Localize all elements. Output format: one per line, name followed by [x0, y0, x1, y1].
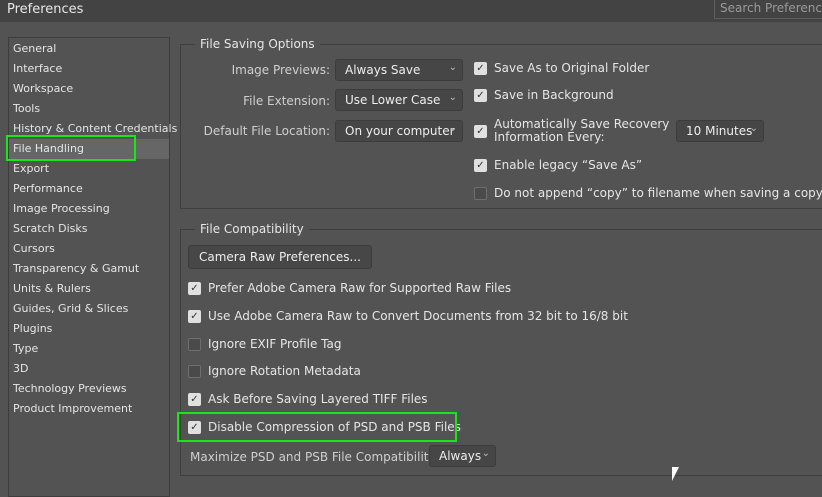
sidebar-item-tools[interactable]: Tools — [9, 99, 169, 119]
search-preferences-input[interactable]: Search Preferences — [714, 0, 822, 19]
checkbox-label: Prefer Adobe Camera Raw for Supported Ra… — [208, 281, 512, 295]
prefer-acr-checkbox[interactable]: ✓ Prefer Adobe Camera Raw for Supported R… — [188, 281, 511, 295]
sidebar-item-cursors[interactable]: Cursors — [9, 239, 169, 259]
chevron-down-icon: ⌄ — [749, 123, 758, 134]
sidebar-item-type[interactable]: Type — [9, 339, 169, 359]
use-acr-32bit-checkbox[interactable]: ✓ Use Adobe Camera Raw to Convert Documen… — [188, 309, 628, 323]
dropdown-value: Always — [439, 449, 482, 463]
checkbox-label: Save in Background — [494, 88, 614, 102]
save-as-original-folder-checkbox[interactable]: ✓ Save As to Original Folder — [474, 61, 649, 75]
checkmark-icon: ✓ — [188, 281, 201, 295]
dropdown-value: Use Lower Case — [345, 93, 441, 107]
default-file-location-label: Default File Location: — [203, 124, 330, 138]
maximize-compatibility-dropdown[interactable]: Always ⌄ — [429, 445, 496, 467]
chevron-down-icon: ⌄ — [448, 62, 457, 73]
chevron-down-icon: ⌄ — [448, 92, 457, 103]
sidebar-item-scratch-disks[interactable]: Scratch Disks — [9, 219, 169, 239]
camera-raw-preferences-button[interactable]: Camera Raw Preferences... — [188, 245, 372, 269]
highlight-file-handling — [6, 135, 136, 161]
checkbox-label: Do not append “copy” to filename when sa… — [494, 186, 822, 200]
maximize-compatibility-label: Maximize PSD and PSB File Compatibility: — [190, 450, 439, 464]
checkbox-label: Ignore EXIF Profile Tag — [208, 337, 342, 351]
sidebar: General Interface Workspace Tools History & … — [8, 37, 177, 497]
save-in-background-checkbox[interactable]: ✓ Save in Background — [474, 88, 614, 102]
image-previews-label: Image Previews: — [231, 63, 330, 77]
checkmark-icon: ✓ — [474, 61, 487, 75]
sidebar-item-guides-grid-slices[interactable]: Guides, Grid & Slices — [9, 299, 169, 319]
sidebar-item-plugins[interactable]: Plugins — [9, 319, 169, 339]
checkmark-icon: ✓ — [474, 158, 487, 172]
file-extension-dropdown[interactable]: Use Lower Case ⌄ — [335, 89, 463, 111]
ask-tiff-checkbox[interactable]: ✓ Ask Before Saving Layered TIFF Files — [188, 392, 428, 406]
do-not-append-copy-checkbox[interactable]: Do not append “copy” to filename when sa… — [474, 186, 822, 200]
ignore-rotation-checkbox[interactable]: Ignore Rotation Metadata — [188, 364, 361, 378]
dropdown-value: On your computer — [345, 124, 455, 138]
sidebar-item-units-rulers[interactable]: Units & Rulers — [9, 279, 169, 299]
file-extension-label: File Extension: — [243, 94, 330, 108]
sidebar-item-performance[interactable]: Performance — [9, 179, 169, 199]
checkmark-icon: ✓ — [474, 88, 487, 102]
auto-save-interval-dropdown[interactable]: 10 Minutes ⌄ — [676, 120, 764, 142]
image-previews-dropdown[interactable]: Always Save ⌄ — [335, 59, 463, 81]
chevron-down-icon: ⌄ — [448, 123, 457, 134]
checkbox-label: Ignore Rotation Metadata — [208, 364, 361, 378]
unchecked-box-icon — [474, 186, 487, 200]
dropdown-value: Always Save — [345, 63, 421, 77]
dropdown-value: 10 Minutes — [686, 124, 753, 138]
sidebar-item-image-processing[interactable]: Image Processing — [9, 199, 169, 219]
ignore-exif-checkbox[interactable]: Ignore EXIF Profile Tag — [188, 337, 341, 351]
group-title: File Compatibility — [195, 222, 309, 236]
chevron-down-icon: ⌄ — [481, 448, 490, 459]
enable-legacy-save-as-checkbox[interactable]: ✓ Enable legacy “Save As” — [474, 158, 642, 172]
window-title: Preferences — [7, 2, 84, 17]
unchecked-box-icon — [188, 364, 201, 378]
unchecked-box-icon — [188, 337, 201, 351]
sidebar-item-export[interactable]: Export — [9, 159, 169, 179]
checkmark-icon: ✓ — [188, 392, 201, 406]
checkbox-label: Save As to Original Folder — [494, 61, 650, 75]
sidebar-item-general[interactable]: General — [9, 39, 169, 59]
label-line-2: Information Every: — [494, 130, 605, 144]
checkbox-label: Ask Before Saving Layered TIFF Files — [208, 392, 428, 406]
sidebar-item-workspace[interactable]: Workspace — [9, 79, 169, 99]
checkbox-label: Use Adobe Camera Raw to Convert Document… — [208, 309, 628, 323]
label-line-1: Automatically Save Recovery — [494, 117, 670, 131]
sidebar-item-product-improvement[interactable]: Product Improvement — [9, 399, 169, 419]
checkmark-icon: ✓ — [188, 309, 201, 323]
auto-save-recovery-checkbox[interactable]: ✓ Automatically Save Recovery Information … — [474, 118, 669, 144]
highlight-disable-compression — [177, 412, 457, 442]
group-title: File Saving Options — [195, 37, 320, 51]
checkbox-label: Enable legacy “Save As” — [494, 158, 643, 172]
checkbox-label: Automatically Save Recovery Information E… — [494, 118, 669, 144]
checkmark-icon: ✓ — [474, 124, 487, 138]
sidebar-item-technology-previews[interactable]: Technology Previews — [9, 379, 169, 399]
sidebar-item-transparency-gamut[interactable]: Transparency & Gamut — [9, 259, 169, 279]
title-bar: Preferences Search Preferences — [0, 0, 822, 22]
sidebar-item-interface[interactable]: Interface — [9, 59, 169, 79]
sidebar-item-3d[interactable]: 3D — [9, 359, 169, 379]
default-file-location-dropdown[interactable]: On your computer ⌄ — [335, 120, 463, 142]
mouse-cursor-icon — [672, 467, 679, 481]
